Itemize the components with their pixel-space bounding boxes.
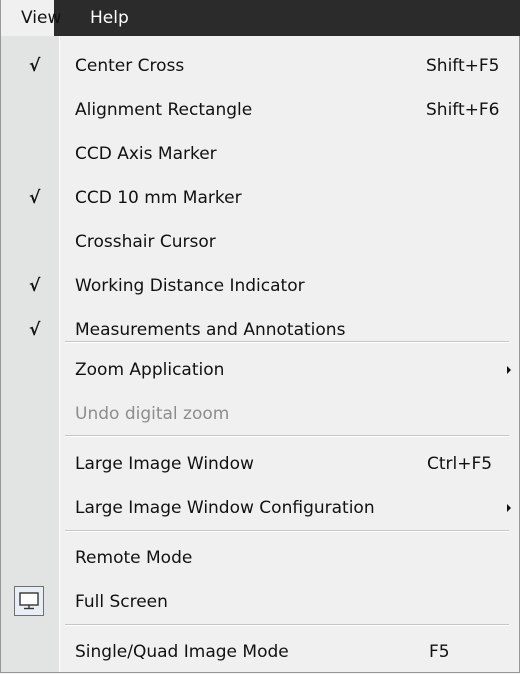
menu-item-large-image-window-configuration[interactable]: Large Image Window Configuration: [1, 486, 519, 530]
menu-separator: [65, 530, 509, 532]
menu-item-label: Working Distance Indicator: [75, 276, 305, 296]
menu-item-shortcut: Ctrl+F5: [427, 454, 493, 474]
view-dropdown-menu: √ Center Cross Shift+F5 Alignment Rectan…: [0, 36, 520, 673]
checkmark-icon: √: [29, 56, 41, 76]
checkmark-icon: √: [29, 188, 41, 208]
menu-item-label: Measurements and Annotations: [75, 320, 346, 340]
menu-item-label: Center Cross: [75, 56, 185, 76]
submenu-arrow-icon: [507, 504, 511, 512]
menu-item-crosshair-cursor[interactable]: Crosshair Cursor: [1, 220, 519, 264]
menu-item-full-screen[interactable]: Full Screen: [1, 580, 519, 624]
menu-item-label: Crosshair Cursor: [75, 232, 216, 252]
menu-help[interactable]: Help: [74, 0, 143, 36]
menu-item-single-quad-image-mode[interactable]: Single/Quad Image Mode F5: [1, 630, 519, 674]
menu-item-label: Single/Quad Image Mode: [75, 642, 289, 662]
menu-item-label: Large Image Window: [75, 454, 254, 474]
menu-item-remote-mode[interactable]: Remote Mode: [1, 536, 519, 580]
menu-item-label: Remote Mode: [75, 548, 193, 568]
menu-item-label: CCD 10 mm Marker: [75, 188, 242, 208]
menu-item-undo-digital-zoom: Undo digital zoom: [1, 392, 519, 436]
menu-item-zoom-application[interactable]: Zoom Application: [1, 348, 519, 392]
menu-item-label: CCD Axis Marker: [75, 144, 217, 164]
menu-bar: View Help: [0, 0, 520, 36]
checkmark-icon: √: [29, 320, 41, 340]
menu-separator: [65, 435, 509, 437]
menu-item-shortcut: F5: [429, 642, 450, 662]
checkmark-icon: √: [29, 276, 41, 296]
menu-separator: [65, 624, 509, 626]
menu-item-center-cross[interactable]: √ Center Cross Shift+F5: [1, 44, 519, 88]
menu-item-ccd-10mm-marker[interactable]: √ CCD 10 mm Marker: [1, 176, 519, 220]
menu-item-working-distance-indicator[interactable]: √ Working Distance Indicator: [1, 264, 519, 308]
monitor-icon: [14, 586, 44, 616]
menu-item-ccd-axis-marker[interactable]: CCD Axis Marker: [1, 132, 519, 176]
submenu-arrow-icon: [507, 366, 511, 374]
menu-separator: [65, 341, 509, 343]
menu-item-alignment-rectangle[interactable]: Alignment Rectangle Shift+F6: [1, 88, 519, 132]
menu-view[interactable]: View: [0, 0, 61, 36]
menu-item-label: Undo digital zoom: [75, 404, 230, 424]
menu-item-label: Full Screen: [75, 592, 168, 612]
menu-item-label: Alignment Rectangle: [75, 100, 253, 120]
menu-item-label: Large Image Window Configuration: [75, 498, 375, 518]
menu-item-large-image-window[interactable]: Large Image Window Ctrl+F5: [1, 442, 519, 486]
menu-item-shortcut: Shift+F5: [426, 56, 500, 76]
menu-item-shortcut: Shift+F6: [426, 100, 500, 120]
menu-item-label: Zoom Application: [75, 360, 225, 380]
menu-item-measurements-and-annotations[interactable]: √ Measurements and Annotations: [1, 308, 519, 352]
